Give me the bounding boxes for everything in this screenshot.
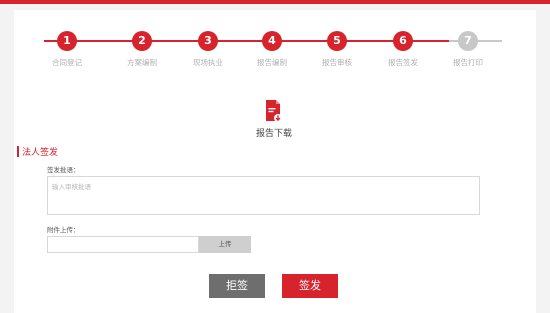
step-2-label: 方案编制 bbox=[127, 58, 157, 67]
step-2-circle: 2 bbox=[132, 31, 152, 51]
step-5-circle: 5 bbox=[327, 31, 347, 51]
upload-button[interactable]: 上传 bbox=[199, 236, 251, 253]
step-1-circle: 1 bbox=[57, 31, 77, 51]
step-3-label: 现场执业 bbox=[193, 58, 223, 67]
step-1-label: 合同登记 bbox=[52, 58, 82, 67]
main-panel: 1 合同登记 2 方案编制 3 现场执业 4 报告编制 5 报告审核 6 报告签… bbox=[14, 10, 536, 313]
step-4-label: 报告编制 bbox=[257, 58, 287, 67]
stepper-line-done bbox=[44, 40, 449, 42]
top-accent-bar bbox=[0, 0, 550, 4]
section-marker bbox=[17, 146, 19, 157]
section-title: 法人签发 bbox=[22, 148, 59, 158]
step-7-circle: 7 bbox=[458, 31, 478, 51]
report-download-link[interactable]: 报告下载 bbox=[234, 126, 314, 139]
step-7-label: 报告打印 bbox=[453, 58, 483, 67]
step-6-circle: 6 bbox=[393, 31, 413, 51]
opinion-label: 签发批语： bbox=[47, 166, 80, 174]
attachment-label: 附件上传： bbox=[47, 226, 80, 234]
reject-button[interactable]: 拒签 bbox=[209, 274, 265, 298]
opinion-textarea[interactable] bbox=[47, 176, 480, 215]
step-5-label: 报告审核 bbox=[322, 58, 352, 67]
step-3-circle: 3 bbox=[198, 31, 218, 51]
attachment-file-field[interactable] bbox=[47, 236, 199, 253]
progress-stepper: 1 合同登记 2 方案编制 3 现场执业 4 报告编制 5 报告审核 6 报告签… bbox=[14, 10, 536, 90]
pdf-download-icon[interactable] bbox=[264, 100, 282, 123]
step-4-circle: 4 bbox=[262, 31, 282, 51]
sign-button[interactable]: 签发 bbox=[282, 274, 338, 298]
step-6-label: 报告签发 bbox=[388, 58, 418, 67]
